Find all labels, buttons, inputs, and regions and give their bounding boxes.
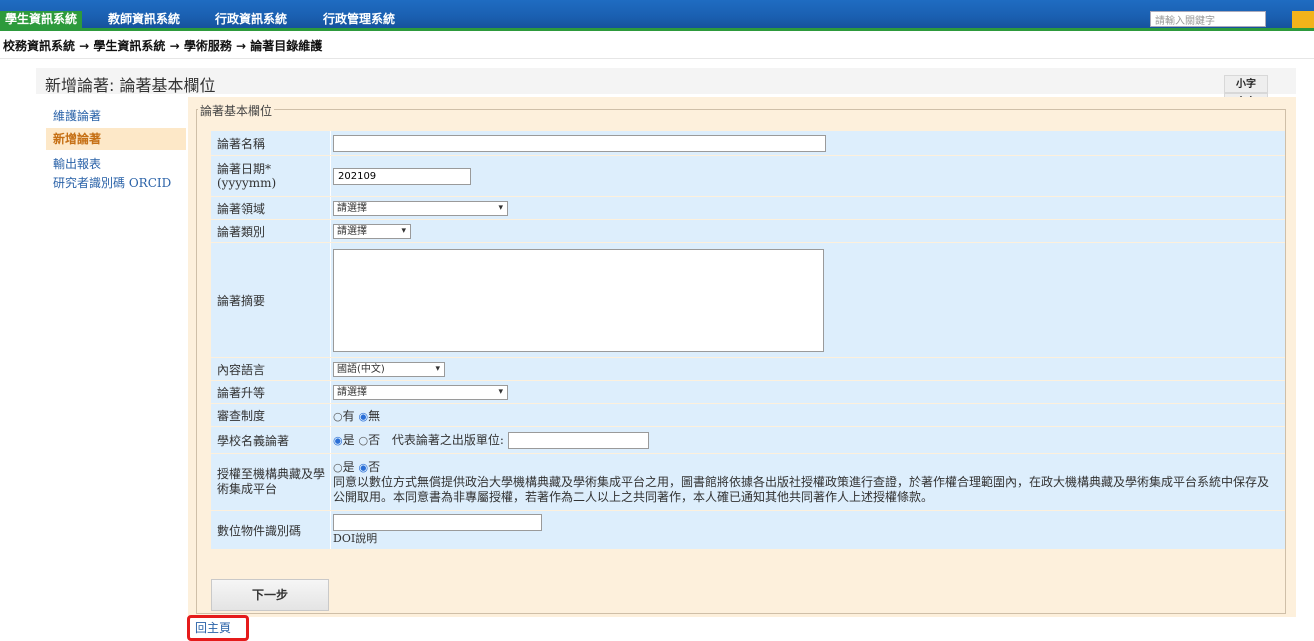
row-review: 審查制度 ○有 ◉無 bbox=[211, 404, 1285, 426]
school-yes-radio[interactable]: ◉ bbox=[333, 434, 343, 447]
promotion-select[interactable]: 請選擇 ▾ bbox=[333, 385, 508, 400]
search-button[interactable] bbox=[1292, 11, 1314, 28]
abstract-label: 論著摘要 bbox=[211, 243, 331, 357]
date-input[interactable] bbox=[333, 167, 471, 185]
row-authorization: 授權至機構典藏及學術集成平台 ○是 ◉否 同意以數位方式無償提供政治大學機構典藏… bbox=[211, 454, 1285, 510]
language-select[interactable]: 國語(中文) ▾ bbox=[333, 362, 445, 377]
field-label: 論著領域 bbox=[211, 197, 331, 219]
title-label: 論著名稱 bbox=[211, 131, 331, 155]
publisher-label: 代表論著之出版單位: bbox=[391, 433, 504, 447]
fieldset-legend: 論著基本欄位 bbox=[198, 102, 275, 119]
doi-label: 數位物件識別碼 bbox=[211, 511, 331, 549]
row-doi: 數位物件識別碼 DOI說明 bbox=[211, 511, 1285, 549]
row-title: 論著名稱 bbox=[211, 131, 1285, 155]
language-label: 內容語言 bbox=[211, 358, 331, 380]
row-promotion: 論著升等 請選擇 ▾ bbox=[211, 381, 1285, 403]
auth-label: 授權至機構典藏及學術集成平台 bbox=[211, 454, 331, 510]
chevron-down-icon: ▾ bbox=[498, 387, 503, 397]
school-label: 學校名義論著 bbox=[211, 427, 331, 453]
review-label: 審查制度 bbox=[211, 404, 331, 426]
next-step-button[interactable]: 下一步 bbox=[211, 579, 329, 611]
title-input[interactable] bbox=[333, 134, 826, 152]
row-category: 論著類別 請選擇 ▾ bbox=[211, 220, 1285, 242]
tab-student-system[interactable]: 學生資訊系統 bbox=[0, 11, 83, 28]
sidebar-item-orcid[interactable]: 研究者識別碼 ORCID bbox=[46, 172, 186, 194]
divider bbox=[0, 58, 1314, 59]
publisher-input[interactable] bbox=[507, 432, 649, 449]
row-field: 論著領域 請選擇 ▾ bbox=[211, 197, 1285, 219]
date-label: 論著日期* bbox=[217, 162, 272, 176]
doi-help-link[interactable]: DOI說明 bbox=[333, 532, 377, 545]
sidebar-item-add[interactable]: 新增論著 bbox=[46, 128, 186, 150]
date-format-hint: (yyyymm) bbox=[217, 176, 277, 190]
field-select[interactable]: 請選擇 ▾ bbox=[333, 201, 508, 216]
promotion-label: 論著升等 bbox=[211, 381, 331, 403]
page-title: 新增論著: 論著基本欄位 bbox=[45, 76, 216, 95]
tab-admin-info-system[interactable]: 行政資訊系統 bbox=[215, 11, 287, 28]
school-no-radio[interactable]: ○ bbox=[358, 434, 368, 447]
review-yes-radio[interactable]: ○ bbox=[333, 410, 343, 423]
tab-teacher-system[interactable]: 教師資訊系統 bbox=[108, 11, 180, 28]
row-school: 學校名義論著 ◉是 ○否 代表論著之出版單位: bbox=[211, 427, 1285, 453]
page-header: 新增論著: 論著基本欄位 bbox=[36, 68, 1296, 95]
doi-input[interactable] bbox=[333, 514, 542, 531]
search-input[interactable]: 請輸入關鍵字 bbox=[1150, 11, 1266, 27]
category-label: 論著類別 bbox=[211, 220, 331, 242]
sidebar-item-manage[interactable]: 維護論著 bbox=[46, 105, 186, 127]
breadcrumb: 校務資訊系統 → 學生資訊系統 → 學術服務 → 論著目錄維護 bbox=[3, 39, 323, 53]
chevron-down-icon: ▾ bbox=[401, 226, 406, 236]
top-nav-bar: 學生資訊系統 教師資訊系統 行政資訊系統 行政管理系統 請輸入關鍵字 bbox=[0, 0, 1314, 31]
auth-yes-radio[interactable]: ○ bbox=[333, 461, 343, 474]
row-date: 論著日期* (yyyymm) bbox=[211, 156, 1285, 196]
home-link[interactable]: 回主頁 bbox=[187, 615, 249, 641]
form-table: 論著名稱 論著日期* (yyyymm) 論著領域 請選擇▾ 論著類別 請選擇▾ … bbox=[211, 130, 1285, 550]
category-select[interactable]: 請選擇 ▾ bbox=[333, 224, 411, 239]
review-no-radio[interactable]: ◉ bbox=[358, 410, 368, 423]
tab-admin-mgmt-system[interactable]: 行政管理系統 bbox=[323, 11, 395, 28]
auth-no-radio[interactable]: ◉ bbox=[358, 461, 368, 474]
font-small-button[interactable]: 小字 bbox=[1224, 75, 1268, 93]
row-language: 內容語言 國語(中文) ▾ bbox=[211, 358, 1285, 380]
chevron-down-icon: ▾ bbox=[498, 203, 503, 213]
chevron-down-icon: ▾ bbox=[435, 364, 440, 374]
auth-agreement-text: 同意以數位方式無償提供政治大學機構典藏及學術集成平台之用，圖書館將依據各出版社授… bbox=[333, 474, 1270, 504]
abstract-textarea[interactable] bbox=[333, 248, 824, 352]
row-abstract: 論著摘要 bbox=[211, 243, 1285, 357]
nav-accent-line bbox=[0, 28, 1314, 31]
